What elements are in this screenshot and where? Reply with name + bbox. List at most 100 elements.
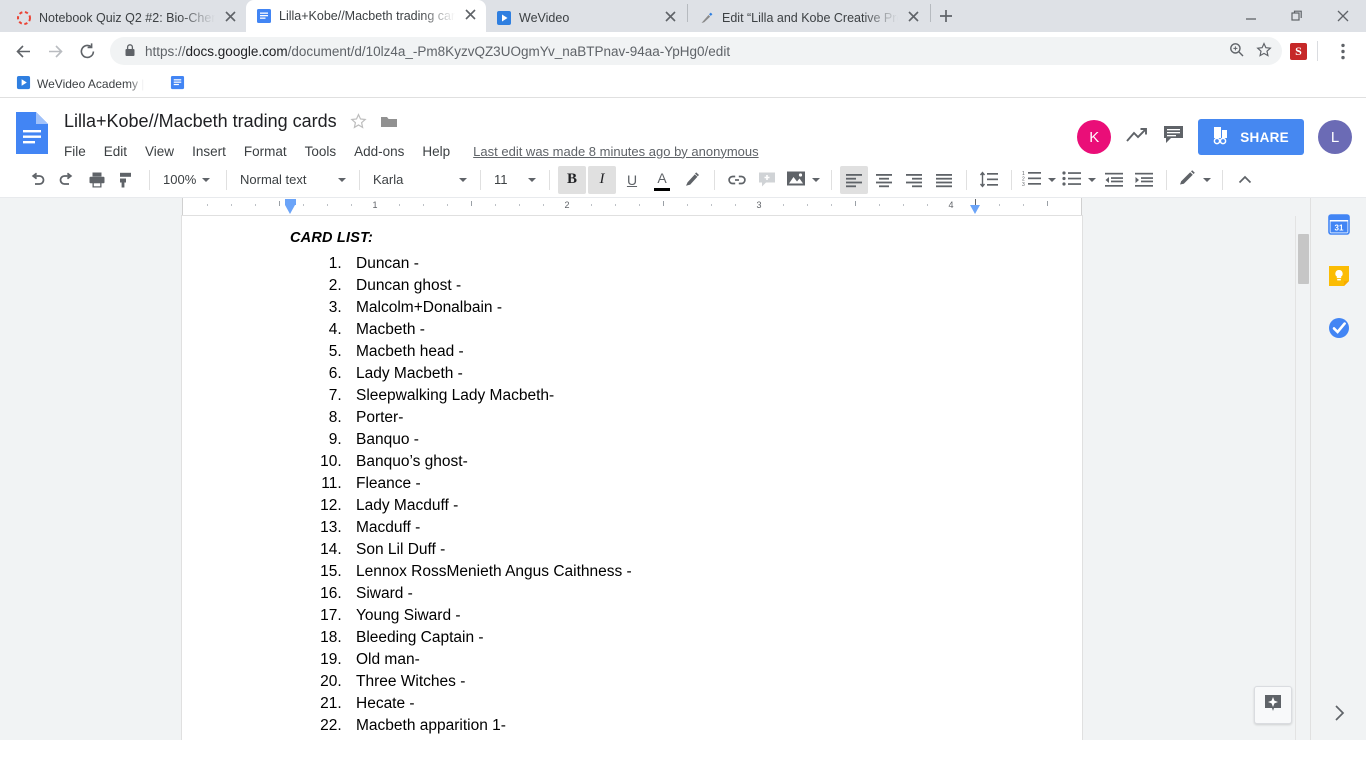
maximize-icon[interactable] — [1274, 0, 1320, 32]
horizontal-ruler[interactable]: 1 2 3 — [182, 198, 1082, 216]
browser-tab-1[interactable]: Notebook Quiz Q2 #2: Bio-Chem — [6, 3, 246, 32]
bookmark-star-icon[interactable] — [1256, 42, 1272, 61]
menu-addons[interactable]: Add-ons — [345, 142, 413, 161]
bookmark-wevideo-academy[interactable]: WeVideo Academy | — [10, 73, 150, 95]
list-item[interactable]: Macbeth - — [346, 319, 986, 341]
document-content[interactable]: CARD LIST: Duncan - Duncan ghost - Malco… — [182, 216, 1082, 740]
list-item[interactable]: Bleeding Captain - — [346, 627, 986, 649]
list-item[interactable]: Banquo - — [346, 429, 986, 451]
edit-mode-dropdown[interactable] — [1174, 166, 1215, 194]
close-icon[interactable] — [1320, 0, 1366, 32]
menu-file[interactable]: File — [64, 142, 95, 161]
underline-button[interactable]: U — [618, 166, 646, 194]
redo-icon[interactable] — [53, 166, 81, 194]
right-indent-marker[interactable] — [970, 205, 980, 214]
insert-image-dropdown[interactable] — [782, 166, 824, 194]
font-size-dropdown[interactable]: 11 — [488, 166, 542, 194]
menu-help[interactable]: Help — [413, 142, 459, 161]
numbered-list-dropdown[interactable]: 1 2 3 — [1019, 166, 1059, 194]
last-edit-status[interactable]: Last edit was made 8 minutes ago by anon… — [473, 144, 758, 159]
tab-close-icon[interactable] — [222, 10, 238, 26]
paragraph-style-dropdown[interactable]: Normal text — [234, 166, 352, 194]
document-page[interactable]: CARD LIST: Duncan - Duncan ghost - Malco… — [182, 216, 1082, 740]
increase-indent-icon[interactable] — [1130, 166, 1158, 194]
back-arrow-icon[interactable] — [8, 36, 38, 66]
list-item[interactable]: Old man- — [346, 649, 986, 671]
new-tab-button[interactable] — [932, 2, 960, 30]
text-color-button[interactable]: A — [648, 166, 676, 194]
undo-icon[interactable] — [23, 166, 51, 194]
reload-icon[interactable] — [72, 36, 102, 66]
move-to-folder-icon[interactable] — [380, 114, 398, 129]
line-spacing-icon[interactable] — [975, 166, 1003, 194]
tab-close-icon[interactable] — [905, 10, 921, 26]
account-avatar-l[interactable]: L — [1318, 120, 1352, 154]
menu-tools[interactable]: Tools — [296, 142, 346, 161]
kebab-menu-icon[interactable] — [1328, 36, 1358, 66]
google-keep-icon[interactable] — [1327, 264, 1351, 288]
list-item[interactable]: Sleepwalking Lady Macbeth- — [346, 385, 986, 407]
add-comment-icon[interactable] — [753, 166, 781, 194]
menu-edit[interactable]: Edit — [95, 142, 136, 161]
tab-close-icon[interactable] — [462, 8, 478, 24]
list-item[interactable]: Macbeth apparition 1- — [346, 715, 986, 737]
google-tasks-icon[interactable] — [1327, 316, 1351, 340]
explore-button[interactable] — [1254, 686, 1292, 724]
decrease-indent-icon[interactable] — [1100, 166, 1128, 194]
card-list[interactable]: Duncan - Duncan ghost - Malcolm+Donalbai… — [290, 253, 986, 740]
list-item[interactable]: Macbeth head - — [346, 341, 986, 363]
align-left-icon[interactable] — [840, 166, 868, 194]
list-item[interactable]: Porter- — [346, 407, 986, 429]
vertical-scrollbar[interactable] — [1295, 216, 1310, 740]
list-item[interactable]: Duncan ghost - — [346, 275, 986, 297]
menu-insert[interactable]: Insert — [183, 142, 235, 161]
paint-format-icon[interactable] — [113, 166, 141, 194]
document-title[interactable]: Lilla+Kobe//Macbeth trading cards — [64, 111, 337, 132]
menu-view[interactable]: View — [136, 142, 183, 161]
google-calendar-icon[interactable]: 31 — [1327, 212, 1351, 236]
align-center-icon[interactable] — [870, 166, 898, 194]
zoom-level-dropdown[interactable]: 100% — [157, 166, 219, 194]
minimize-icon[interactable] — [1228, 0, 1274, 32]
list-item[interactable]: Hecate - — [346, 693, 986, 715]
menu-format[interactable]: Format — [235, 142, 296, 161]
list-item[interactable]: Lady Macduff - — [346, 495, 986, 517]
zoom-in-icon[interactable] — [1229, 42, 1244, 60]
tab-close-icon[interactable] — [662, 10, 678, 26]
list-item[interactable]: Fleance - — [346, 473, 986, 495]
bold-button[interactable]: B — [558, 166, 586, 194]
forward-arrow-icon[interactable] — [40, 36, 70, 66]
list-item[interactable]: Macbeth apparition 2- — [346, 737, 986, 740]
extension-badge[interactable]: S — [1290, 43, 1307, 60]
bookmark-google-docs[interactable] — [164, 73, 191, 95]
bulleted-list-dropdown[interactable] — [1059, 166, 1099, 194]
link-icon[interactable] — [723, 166, 751, 194]
scrollbar-thumb[interactable] — [1298, 234, 1309, 284]
address-bar[interactable]: https://docs.google.com/document/d/10lz4… — [110, 37, 1282, 65]
highlight-pen-icon[interactable] — [678, 166, 706, 194]
list-item[interactable]: Three Witches - — [346, 671, 986, 693]
align-right-icon[interactable] — [900, 166, 928, 194]
trending-up-icon[interactable] — [1125, 125, 1149, 150]
align-justify-icon[interactable] — [930, 166, 958, 194]
chevron-right-icon[interactable] — [1311, 704, 1366, 722]
first-line-indent-marker[interactable] — [285, 205, 295, 214]
list-item[interactable]: Malcolm+Donalbain - — [346, 297, 986, 319]
list-item[interactable]: Banquo’s ghost- — [346, 451, 986, 473]
chevron-up-icon[interactable] — [1231, 166, 1259, 194]
collaborator-avatar-k[interactable]: K — [1077, 120, 1111, 154]
font-family-dropdown[interactable]: Karla — [367, 166, 473, 194]
list-item[interactable]: Young Siward - — [346, 605, 986, 627]
browser-tab-2[interactable]: Lilla+Kobe//Macbeth trading cards — [246, 0, 486, 32]
list-item[interactable]: Son Lil Duff - — [346, 539, 986, 561]
browser-tab-4[interactable]: Edit “Lilla and Kobe Creative Proj — [689, 3, 929, 32]
share-button[interactable]: SHARE — [1198, 119, 1304, 155]
list-item[interactable]: Siward - — [346, 583, 986, 605]
browser-tab-3[interactable]: WeVideo — [486, 3, 686, 32]
list-item[interactable]: Macduff - — [346, 517, 986, 539]
comment-icon[interactable] — [1163, 125, 1184, 149]
google-docs-logo-icon[interactable] — [14, 106, 54, 152]
list-item[interactable]: Lennox RossMenieth Angus Caithness - — [346, 561, 986, 583]
list-item[interactable]: Lady Macbeth - — [346, 363, 986, 385]
star-outline-icon[interactable] — [350, 113, 367, 130]
